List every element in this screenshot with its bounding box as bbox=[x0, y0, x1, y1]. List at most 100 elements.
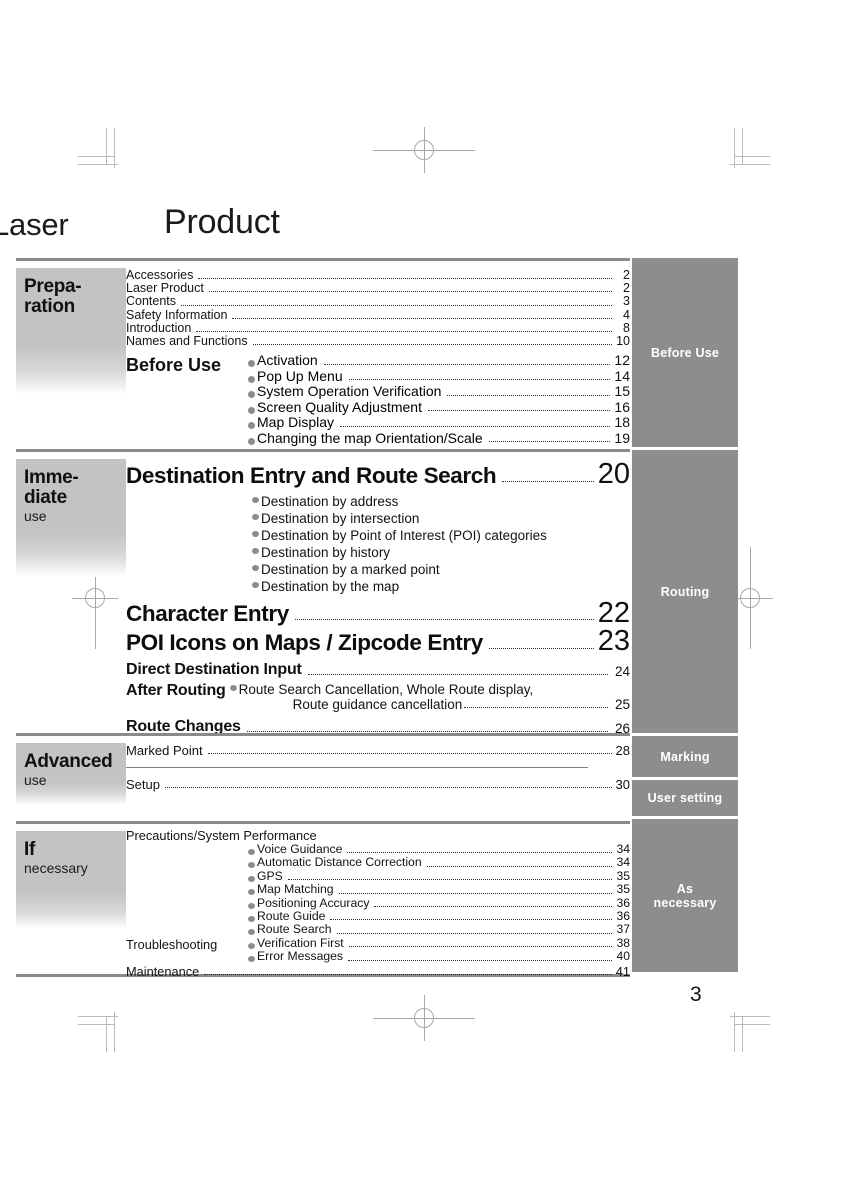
entry-label: Positioning Accuracy bbox=[257, 895, 370, 910]
list-item-label: Destination by a marked point bbox=[261, 561, 440, 577]
toc-entry[interactable]: Route Guide 36 bbox=[248, 909, 630, 924]
bullet-icon bbox=[248, 889, 255, 896]
toc-entry-after-routing[interactable]: After Routing Route Search Cancellation,… bbox=[126, 682, 630, 712]
list-item[interactable]: Destination by Point of Interest (POI) c… bbox=[252, 527, 630, 544]
sidebar-tab-if-necessary[interactable]: If necessary bbox=[16, 824, 126, 974]
crop-mark-top-right bbox=[724, 128, 770, 174]
toc-entry[interactable]: Error Messages 40 bbox=[248, 949, 630, 964]
bullet-icon bbox=[252, 582, 259, 589]
toc-entry[interactable]: Automatic Distance Correction 34 bbox=[248, 855, 630, 870]
entry-label: Automatic Distance Correction bbox=[257, 855, 422, 870]
bullet-icon bbox=[248, 406, 255, 414]
toc-section-preparation: Prepa-ration Accessories 2 Laser Product… bbox=[16, 258, 738, 449]
list-item[interactable]: Destination by the map bbox=[252, 578, 630, 595]
toc-entry[interactable]: Direct Destination Input 24 bbox=[126, 661, 630, 679]
side-tab-label: Marking bbox=[660, 749, 710, 764]
list-item-label: Destination by intersection bbox=[261, 510, 420, 526]
list-item-label: Destination by address bbox=[261, 493, 399, 509]
entry-label: Names and Functions bbox=[126, 334, 248, 349]
toc-entry-headline[interactable]: POI Icons on Maps / Zipcode Entry 23 bbox=[126, 627, 630, 656]
sidebar-tab-preparation[interactable]: Prepa-ration bbox=[16, 261, 126, 449]
list-item[interactable]: Destination by intersection bbox=[252, 510, 630, 527]
entry-label: Route Guide bbox=[257, 909, 326, 924]
list-item[interactable]: Destination by address bbox=[252, 493, 630, 510]
entry-page: 35 bbox=[616, 868, 630, 883]
bullet-icon bbox=[252, 497, 259, 504]
group-items: Activation 12 Pop Up Menu 14 System Oper… bbox=[248, 353, 630, 446]
toc-entry[interactable]: Maintenance 41 bbox=[126, 964, 630, 978]
toc-entry[interactable]: Marked Point 28 bbox=[126, 744, 630, 757]
toc-entry[interactable]: Map Matching 35 bbox=[248, 882, 630, 896]
document-page: Laser Product Prepa-ration Accessories 2 bbox=[0, 0, 848, 1200]
bullet-icon bbox=[252, 514, 259, 521]
toc-section-if-necessary: If necessary Precautions/System Performa… bbox=[16, 821, 738, 978]
toc-entry[interactable]: Laser Product 2 bbox=[126, 282, 630, 295]
toc-entry[interactable]: Voice Guidance 34 bbox=[248, 842, 630, 856]
entry-list-preparation: Accessories 2 Laser Product 2 Contents 3 bbox=[126, 261, 630, 449]
sidebar-tab-advanced[interactable]: Advanced use bbox=[16, 736, 126, 821]
nested-group: Troubleshooting Verification First 38 Er… bbox=[126, 936, 630, 964]
entry-label: Route Search bbox=[257, 922, 332, 937]
group-items: Route Search Cancellation, Whole Route d… bbox=[229, 681, 630, 712]
crop-mark-bottom-right bbox=[724, 1006, 770, 1052]
entry-label: Route Search Cancellation, Whole Route d… bbox=[238, 681, 534, 697]
entry-page: 19 bbox=[614, 429, 630, 446]
toc-entry[interactable]: Route Search 37 bbox=[248, 923, 630, 936]
sidebar-tab-immediate[interactable]: Imme-diate use bbox=[16, 452, 126, 733]
entry-page: 36 bbox=[616, 895, 630, 910]
side-tab-routing[interactable]: Routing bbox=[632, 450, 738, 733]
side-tab-label: Before Use bbox=[651, 345, 719, 360]
toc-entry[interactable]: Changing the map Orientation/Scale 19 bbox=[248, 429, 630, 447]
bullet-icon bbox=[248, 360, 255, 368]
bullet-icon bbox=[248, 422, 255, 430]
entry-line: Route Search Cancellation, Whole Route d… bbox=[229, 681, 630, 697]
toc-section-immediate: Imme-diate use Destination Entry and Rou… bbox=[16, 449, 738, 736]
toc-entry[interactable]: GPS 35 bbox=[248, 868, 630, 883]
page-title-product: Product bbox=[164, 203, 280, 241]
list-item-label: Destination by history bbox=[261, 544, 391, 560]
bullet-icon bbox=[252, 548, 259, 555]
side-tab-marking[interactable]: Marking bbox=[632, 736, 738, 777]
entry-label: Route guidance cancellation bbox=[292, 696, 463, 712]
sub-item-list: Destination by address Destination by in… bbox=[126, 493, 630, 595]
toc-entry[interactable]: Pop Up Menu 14 bbox=[248, 367, 630, 385]
entry-label: Contents bbox=[126, 294, 177, 309]
list-item[interactable]: Destination by a marked point bbox=[252, 561, 630, 578]
entry-page: 15 bbox=[614, 383, 630, 400]
side-tab-before-use[interactable]: Before Use bbox=[632, 258, 738, 447]
toc-entry[interactable]: Activation 12 bbox=[248, 353, 630, 369]
entry-label: Pop Up Menu bbox=[257, 367, 343, 384]
toc-entry[interactable]: System Operation Verification 15 bbox=[248, 384, 630, 400]
entry-label: Activation bbox=[257, 352, 318, 369]
entry-page: 25 bbox=[614, 696, 630, 712]
toc-entry[interactable]: Screen Quality Adjustment 16 bbox=[248, 399, 630, 416]
toc-entry-headline[interactable]: Destination Entry and Route Search 20 bbox=[126, 460, 630, 489]
registration-mark-top bbox=[373, 127, 475, 173]
toc-entry[interactable]: Map Display 18 bbox=[248, 415, 630, 431]
list-item[interactable]: Destination by history bbox=[252, 544, 630, 561]
group-heading: Precautions/System Performance bbox=[126, 828, 317, 843]
entry-label: Map Display bbox=[257, 414, 335, 431]
sidebar-tab-sublabel: use bbox=[24, 507, 47, 524]
entry-page: 24 bbox=[614, 663, 630, 679]
toc-entry[interactable]: Names and Functions 10 bbox=[126, 334, 630, 349]
side-tab-label: As necessary bbox=[653, 881, 717, 910]
side-tab-as-necessary[interactable]: As necessary bbox=[632, 819, 738, 972]
entry-label: GPS bbox=[257, 868, 283, 883]
toc-entry[interactable]: Safety Information 4 bbox=[126, 307, 630, 322]
group-items: Voice Guidance 34 Automatic Distance Cor… bbox=[248, 842, 630, 937]
toc-entry[interactable]: Verification First 38 bbox=[248, 936, 630, 950]
entry-page: 18 bbox=[614, 414, 630, 431]
entry-label: Safety Information bbox=[126, 307, 228, 322]
toc-entry[interactable]: Positioning Accuracy 36 bbox=[248, 895, 630, 910]
toc-entry-headline[interactable]: Character Entry 22 bbox=[126, 598, 630, 628]
entry-label: Marked Point bbox=[126, 743, 203, 758]
side-tab-user-setting[interactable]: User setting bbox=[632, 780, 738, 816]
sidebar-tab-label: Advanced bbox=[24, 751, 113, 772]
toc-entry[interactable]: Setup 30 bbox=[126, 778, 630, 791]
entry-label: Error Messages bbox=[257, 949, 344, 964]
toc-entry[interactable]: Contents 3 bbox=[126, 295, 630, 308]
bullet-icon bbox=[229, 685, 237, 692]
sidebar-tab-label: Imme-diate bbox=[24, 467, 79, 508]
bullet-icon bbox=[248, 848, 255, 855]
